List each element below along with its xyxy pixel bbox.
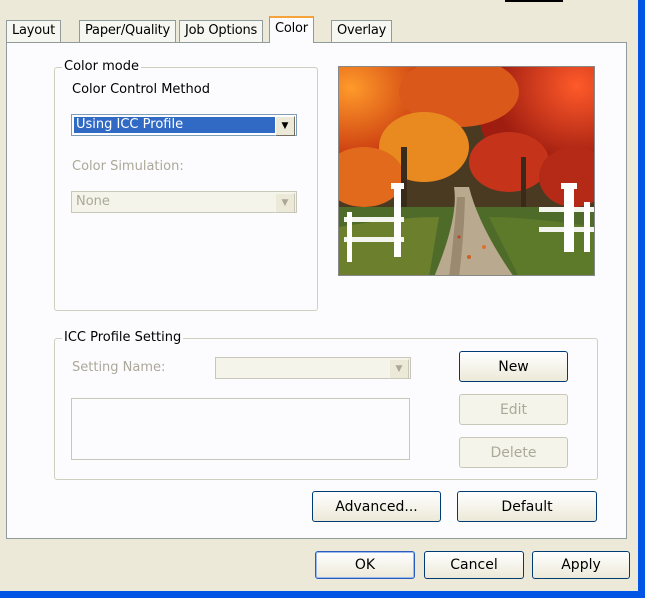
color-mode-group	[54, 67, 318, 311]
window-frame-right	[638, 0, 645, 598]
edit-button[interactable]: Edit	[459, 394, 568, 425]
chevron-down-icon[interactable]: ▼	[275, 116, 295, 136]
window-frame-bottom	[0, 591, 645, 598]
tab-layout[interactable]: Layout	[6, 20, 61, 42]
delete-button[interactable]: Delete	[459, 437, 568, 468]
icc-profile-legend: ICC Profile Setting	[62, 330, 184, 345]
title-edge-mark	[505, 0, 563, 2]
color-simulation-value: None	[76, 194, 110, 209]
tab-overlay[interactable]: Overlay	[331, 20, 393, 42]
icc-profile-listbox[interactable]	[71, 398, 410, 460]
setting-name-label: Setting Name:	[72, 360, 166, 375]
default-button[interactable]: Default	[457, 491, 597, 522]
color-simulation-dropdown[interactable]: None ▼	[71, 191, 297, 213]
color-control-method-value: Using ICC Profile	[74, 117, 276, 133]
setting-name-dropdown[interactable]: ▼	[215, 357, 411, 379]
color-control-method-label: Color Control Method	[72, 82, 210, 97]
cancel-button[interactable]: Cancel	[424, 551, 524, 579]
color-preview-image	[338, 66, 595, 276]
color-control-method-dropdown[interactable]: Using ICC Profile ▼	[71, 114, 297, 136]
chevron-down-icon[interactable]: ▼	[275, 193, 295, 213]
tab-paper-quality[interactable]: Paper/Quality	[79, 20, 177, 42]
new-button[interactable]: New	[459, 351, 568, 382]
ok-button[interactable]: OK	[315, 551, 415, 579]
apply-button[interactable]: Apply	[532, 551, 630, 579]
chevron-down-icon[interactable]: ▼	[389, 359, 409, 379]
tab-color[interactable]: Color	[269, 16, 314, 43]
color-mode-legend: Color mode	[62, 59, 141, 74]
color-simulation-label: Color Simulation:	[72, 159, 184, 174]
advanced-button[interactable]: Advanced...	[312, 491, 441, 522]
setting-name-value	[218, 360, 390, 376]
tab-job-options[interactable]: Job Options	[179, 20, 264, 42]
